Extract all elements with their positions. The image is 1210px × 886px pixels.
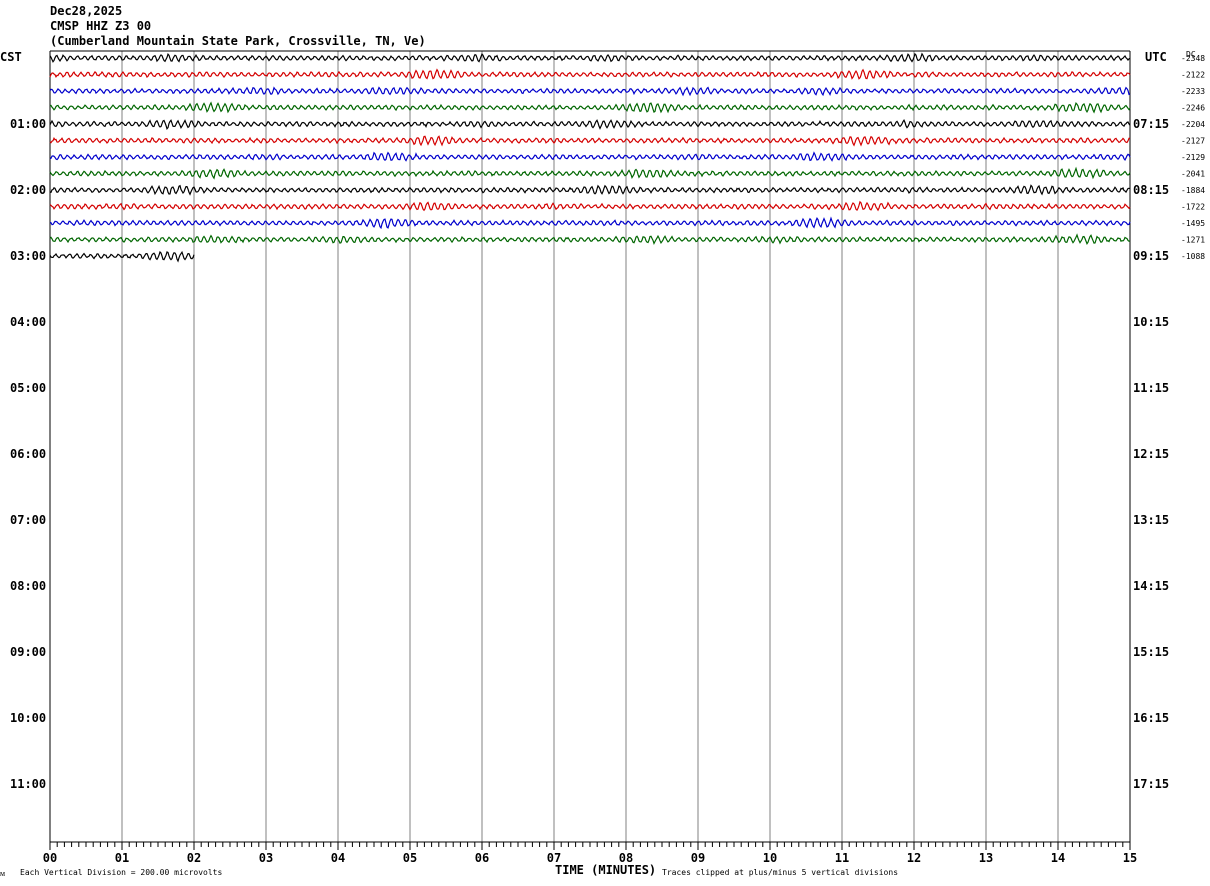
trace-line [49,233,1131,246]
left-hour-label: 04:00 [10,315,46,329]
left-hour-label: 05:00 [10,381,46,395]
x-tick-label: 11 [835,851,849,865]
dc-offset-label: -2348 [1181,54,1205,63]
x-tick-label: 04 [331,851,345,865]
dc-offset-label: -1722 [1181,203,1205,212]
x-tick-label: 03 [259,851,273,865]
dc-offset-label: -1884 [1181,186,1205,195]
right-hour-label: 17:15 [1133,777,1169,791]
left-hour-label: 10:00 [10,711,46,725]
location-label: (Cumberland Mountain State Park, Crossvi… [50,34,426,48]
x-tick-label: 06 [475,851,489,865]
trace-line [49,118,1131,130]
dc-offset-labels: -2348 -2122 -2233 -2246 -2204 -2127 -2129 -2041… [1181,54,1205,261]
trace-line [49,68,1131,80]
trace-line [49,200,1131,212]
grid-lines [49,50,1131,842]
right-hour-label: 09:15 [1133,249,1169,263]
right-hour-label: 11:15 [1133,381,1169,395]
trace-line [49,52,1131,63]
x-tick-label: 13 [979,851,993,865]
x-axis: 00 01 02 03 04 05 06 07 08 09 10 11 12 13 14 15 [43,841,1137,865]
scale-note: Each Vertical Division = 200.00 microvol… [20,868,222,877]
dc-offset-label: -2246 [1181,104,1205,113]
x-tick-label: 00 [43,851,57,865]
dc-offset-label: -1088 [1181,252,1205,261]
right-hour-label: 16:15 [1133,711,1169,725]
helicorder-chart: Dec28,2025 CMSP HHZ Z3 00 (Cumberland Mo… [0,4,1205,878]
left-hour-label: 07:00 [10,513,46,527]
right-hour-label: 07:15 [1133,117,1169,131]
clip-note: Traces clipped at plus/minus 5 vertical … [662,868,898,877]
dc-offset-label: -2129 [1181,153,1205,162]
dc-offset-label: -1495 [1181,219,1205,228]
right-hour-label: 12:15 [1133,447,1169,461]
x-tick-label: 14 [1051,851,1065,865]
dc-offset-label: -1271 [1181,236,1205,245]
x-axis-title: TIME (MINUTES) [555,863,656,877]
station-label: CMSP HHZ Z3 00 [50,19,151,33]
left-hour-label: 09:00 [10,645,46,659]
left-hour-label: 03:00 [10,249,46,263]
left-hour-label: 08:00 [10,579,46,593]
dc-offset-label: -2041 [1181,170,1205,179]
dc-offset-label: -2233 [1181,87,1205,96]
scale-icon: ᴍ [0,869,5,878]
right-hour-label: 14:15 [1133,579,1169,593]
trace-line [49,151,1131,162]
x-tick-label: 01 [115,851,129,865]
dc-offset-label: -2127 [1181,137,1205,146]
right-timezone-label: UTC [1145,50,1167,64]
x-tick-label: 10 [763,851,777,865]
trace-line [49,101,1131,114]
x-tick-label: 09 [691,851,705,865]
right-hour-label: 08:15 [1133,183,1169,197]
x-tick-label: 15 [1123,851,1137,865]
trace-line [49,216,1131,230]
seismic-traces [49,52,1131,263]
x-tick-label: 12 [907,851,921,865]
left-hour-label: 02:00 [10,183,46,197]
dc-offset-label: -2204 [1181,120,1205,129]
trace-line [49,166,1131,180]
left-timezone-label: CST [0,50,22,64]
hour-labels: 01:00 02:00 03:00 04:00 05:00 06:00 07:00 08:00… [10,117,1169,791]
left-hour-label: 01:00 [10,117,46,131]
left-hour-label: 11:00 [10,777,46,791]
right-hour-label: 10:15 [1133,315,1169,329]
right-hour-label: 15:15 [1133,645,1169,659]
x-tick-label: 02 [187,851,201,865]
dc-offset-label: -2122 [1181,71,1205,80]
x-tick-label: 05 [403,851,417,865]
trace-line [49,135,1131,147]
date-label: Dec28,2025 [50,4,122,18]
left-hour-label: 06:00 [10,447,46,461]
trace-line [49,184,1131,196]
right-hour-label: 13:15 [1133,513,1169,527]
trace-line [49,86,1131,97]
